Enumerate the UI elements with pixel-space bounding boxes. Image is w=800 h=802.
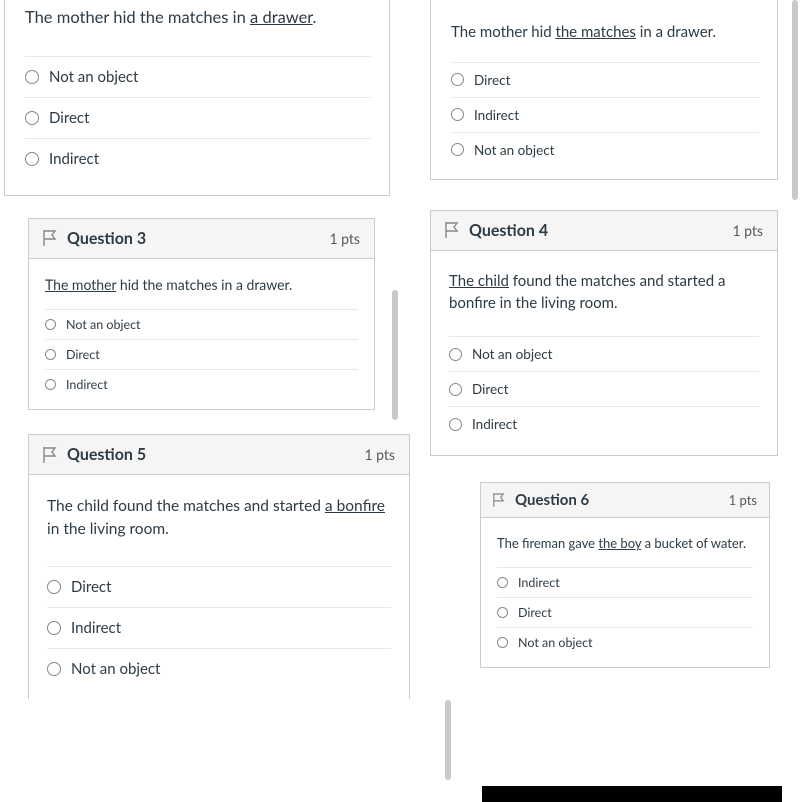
option-row[interactable]: Not an object bbox=[25, 56, 371, 97]
option-label: Not an object bbox=[518, 635, 593, 650]
radio-icon[interactable] bbox=[451, 73, 464, 86]
option-label: Direct bbox=[518, 605, 552, 620]
question-points: 1 pts bbox=[732, 222, 763, 239]
question-prompt: The mother hid the matches in a drawer. bbox=[451, 22, 759, 44]
option-row[interactable]: Indirect bbox=[497, 567, 753, 597]
option-label: Indirect bbox=[71, 619, 121, 637]
question-points: 1 pts bbox=[364, 446, 395, 463]
scrollbar-thumb[interactable] bbox=[392, 290, 398, 420]
option-label: Not an object bbox=[474, 142, 555, 158]
options-list: Not an object Direct Indirect bbox=[25, 56, 371, 179]
radio-icon[interactable] bbox=[449, 418, 462, 431]
radio-icon[interactable] bbox=[45, 319, 56, 330]
option-row[interactable]: Not an object bbox=[449, 336, 759, 371]
radio-icon[interactable] bbox=[25, 152, 39, 166]
option-row[interactable]: Not an object bbox=[451, 132, 759, 167]
option-row[interactable]: Indirect bbox=[449, 406, 759, 441]
question-points: 1 pts bbox=[329, 230, 360, 247]
option-row[interactable]: Indirect bbox=[47, 607, 391, 648]
radio-icon[interactable] bbox=[451, 108, 464, 121]
radio-icon[interactable] bbox=[45, 379, 56, 390]
flag-icon[interactable] bbox=[445, 222, 459, 238]
option-row[interactable]: Direct bbox=[45, 339, 358, 369]
question-prompt: The fireman gave the boy a bucket of wat… bbox=[497, 534, 753, 553]
question-card-6: Question 6 1 pts The fireman gave the bo… bbox=[480, 482, 770, 668]
options-list: Not an object Direct Indirect bbox=[449, 336, 759, 441]
option-row[interactable]: Direct bbox=[47, 566, 391, 607]
question-card-partial-top-right: The mother hid the matches in a drawer. … bbox=[430, 0, 778, 180]
option-row[interactable]: Not an object bbox=[497, 627, 753, 657]
option-row[interactable]: Not an object bbox=[47, 648, 391, 689]
question-prompt: The child found the matches and started … bbox=[47, 495, 391, 540]
option-label: Direct bbox=[71, 578, 111, 596]
scrollbar-thumb[interactable] bbox=[792, 0, 798, 200]
option-row[interactable]: Direct bbox=[25, 97, 371, 138]
option-label: Direct bbox=[472, 381, 508, 397]
radio-icon[interactable] bbox=[449, 383, 462, 396]
option-label: Direct bbox=[66, 347, 100, 362]
option-label: Indirect bbox=[472, 416, 517, 432]
radio-icon[interactable] bbox=[451, 143, 464, 156]
options-list: Not an object Direct Indirect bbox=[45, 309, 358, 399]
option-label: Not an object bbox=[71, 660, 160, 678]
option-label: Not an object bbox=[66, 317, 141, 332]
radio-icon[interactable] bbox=[497, 607, 508, 618]
black-bar bbox=[482, 786, 782, 802]
scrollbar-thumb[interactable] bbox=[445, 700, 451, 780]
option-row[interactable]: Indirect bbox=[451, 97, 759, 132]
options-list: Direct Indirect Not an object bbox=[451, 62, 759, 167]
option-label: Indirect bbox=[518, 575, 560, 590]
option-label: Not an object bbox=[49, 68, 138, 86]
question-card-4: Question 4 1 pts The child found the mat… bbox=[430, 210, 778, 457]
question-title: Question 4 bbox=[469, 221, 548, 240]
option-label: Direct bbox=[49, 109, 89, 127]
radio-icon[interactable] bbox=[45, 349, 56, 360]
option-label: Indirect bbox=[49, 150, 99, 168]
radio-icon[interactable] bbox=[47, 621, 61, 635]
option-label: Not an object bbox=[472, 346, 553, 362]
question-prompt: The mother hid the matches in a drawer. bbox=[45, 275, 358, 295]
question-title: Question 5 bbox=[67, 445, 146, 464]
option-label: Indirect bbox=[66, 377, 108, 392]
question-card-3: Question 3 1 pts The mother hid the matc… bbox=[28, 218, 375, 410]
question-title: Question 6 bbox=[515, 491, 589, 509]
question-card-5: Question 5 1 pts The child found the mat… bbox=[28, 434, 410, 699]
option-row[interactable]: Indirect bbox=[45, 369, 358, 399]
option-row[interactable]: Direct bbox=[497, 597, 753, 627]
option-row[interactable]: Indirect bbox=[25, 138, 371, 179]
flag-icon[interactable] bbox=[493, 493, 505, 507]
options-list: Indirect Direct Not an object bbox=[497, 567, 753, 657]
question-prompt: The child found the matches and started … bbox=[449, 271, 759, 315]
option-label: Indirect bbox=[474, 107, 519, 123]
option-row[interactable]: Direct bbox=[449, 371, 759, 406]
option-label: Direct bbox=[474, 72, 510, 88]
radio-icon[interactable] bbox=[47, 580, 61, 594]
option-row[interactable]: Not an object bbox=[45, 309, 358, 339]
question-card-partial-top-left: The mother hid the matches in a drawer. … bbox=[4, 0, 390, 196]
radio-icon[interactable] bbox=[497, 577, 508, 588]
flag-icon[interactable] bbox=[43, 230, 57, 246]
radio-icon[interactable] bbox=[497, 637, 508, 648]
question-title: Question 3 bbox=[67, 229, 146, 248]
question-points: 1 pts bbox=[729, 492, 757, 508]
radio-icon[interactable] bbox=[47, 662, 61, 676]
question-prompt: The mother hid the matches in a drawer. bbox=[25, 6, 371, 30]
flag-icon[interactable] bbox=[43, 447, 57, 463]
radio-icon[interactable] bbox=[25, 70, 39, 84]
radio-icon[interactable] bbox=[449, 348, 462, 361]
options-list: Direct Indirect Not an object bbox=[47, 566, 391, 689]
option-row[interactable]: Direct bbox=[451, 62, 759, 97]
radio-icon[interactable] bbox=[25, 111, 39, 125]
